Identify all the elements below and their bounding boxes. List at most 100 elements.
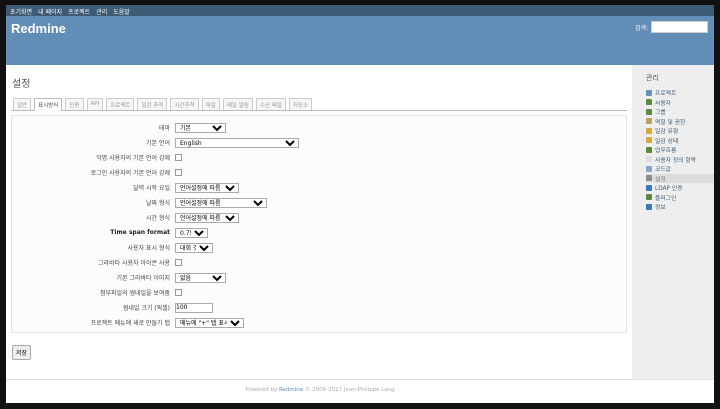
tab-general[interactable]: 일반 xyxy=(13,98,32,110)
admin-menu-item-issue-status[interactable]: 일감 상태 xyxy=(646,136,714,146)
row-force-anon-language: 익명 사용자의 기본 언어 강제 xyxy=(12,150,626,165)
ldap-icon xyxy=(646,184,652,191)
force-anon-language-label: 익명 사용자의 기본 언어 강제 xyxy=(96,155,170,162)
force-anon-language-checkbox[interactable] xyxy=(175,154,182,161)
admin-menu-item-group[interactable]: 그룹 xyxy=(646,107,714,117)
trackers-icon xyxy=(646,127,652,134)
top-menu-help[interactable]: 도움말 xyxy=(113,7,130,16)
settings-tabs: 일반 표시방식 인증 API 프로젝트 일감 추적 시간추적 파일 메일 알림 … xyxy=(11,98,627,111)
admin-menu-label: 사용자 정의 항목 xyxy=(655,157,697,164)
gravatar-label: 그라바타 사용자 아이콘 사용 xyxy=(98,260,170,267)
footer: Powered by Redmine © 2006-2017 Jean-Phil… xyxy=(6,379,714,403)
tab-email-notifications[interactable]: 메일 알림 xyxy=(222,98,253,110)
thumbnails-checkbox[interactable] xyxy=(175,289,182,296)
timespan-format-select[interactable]: 0.75 xyxy=(175,227,208,238)
admin-menu-item-settings[interactable]: 설정 xyxy=(646,173,714,183)
search-input[interactable] xyxy=(651,21,708,33)
admin-menu-item-ldap[interactable]: LDAP 인증 xyxy=(646,183,714,193)
admin-menu-label: 역할 및 권한 xyxy=(655,119,686,126)
admin-menu-item-projects[interactable]: 프로젝트 xyxy=(646,88,714,98)
row-user-format: 사용자 표시 형식 대회 갓 xyxy=(12,240,626,255)
info-icon xyxy=(646,203,652,210)
issue-status-icon xyxy=(646,137,652,144)
admin-menu-item-trackers[interactable]: 일감 유형 xyxy=(646,126,714,136)
page-title: 설정 xyxy=(12,79,31,90)
admin-menu: 프로젝트 사용자그룹역할 및 권한일감 유형일감 상태업무흐름사용자 정의 항목 코… xyxy=(646,88,714,212)
thumbnail-size-input[interactable] xyxy=(175,302,213,313)
gravatar-default-select[interactable]: 없음 xyxy=(175,272,226,283)
theme-label: 테마 xyxy=(158,125,170,132)
enumerations-icon xyxy=(646,165,652,172)
row-new-item-menu: 프로젝트 메뉴에 새로 만들기 탭 메뉴에 "+" 탭 표시 xyxy=(12,315,626,330)
tab-time-tracking[interactable]: 시간추적 xyxy=(170,98,199,110)
admin-menu-label: 플러그인 xyxy=(655,195,677,202)
time-format-select[interactable]: 언어설정에 따름 xyxy=(175,212,239,223)
top-menu-administration[interactable]: 관리 xyxy=(96,7,107,16)
tab-authentication[interactable]: 인증 xyxy=(65,98,84,110)
date-format-label: 날짜 형식 xyxy=(146,200,170,207)
timespan-format-label: Time span format xyxy=(110,229,170,236)
admin-menu-item-plugins[interactable]: 플러그인 xyxy=(646,193,714,203)
admin-menu-label: 일감 상태 xyxy=(655,138,679,145)
tab-incoming-emails[interactable]: 수신 메일 xyxy=(255,98,286,110)
date-format-select[interactable]: 언어설정에 따름 xyxy=(175,197,267,208)
admin-menu-item-users[interactable]: 사용자 xyxy=(646,98,714,108)
admin-menu-item-info[interactable]: 정보 xyxy=(646,202,714,212)
user-format-label: 사용자 표시 형식 xyxy=(127,245,170,252)
top-menu-projects[interactable]: 프로젝트 xyxy=(68,7,90,16)
settings-form: 테마 기본 기본 언어 English 익명 사용자의 기본 언어 강제 로그인… xyxy=(11,115,627,333)
thumbnail-size-label: 썸네일 크기 (픽셀) xyxy=(122,305,170,312)
row-language: 기본 언어 English xyxy=(12,135,626,150)
top-menu-home[interactable]: 초기화면 xyxy=(10,7,32,16)
admin-sidebar: 관리 프로젝트 사용자 그룹 역할 및 권한 일감 유형 일감 상태 업무흐름 사용자 정의 … xyxy=(632,65,714,379)
admin-menu-label: 설정 xyxy=(655,176,666,183)
users-icon xyxy=(646,99,652,106)
plugins-icon xyxy=(646,194,652,201)
theme-select[interactable]: 기본 xyxy=(175,122,226,133)
language-select[interactable]: English xyxy=(175,137,299,148)
workflow-icon xyxy=(646,146,652,153)
admin-menu-item-workflow[interactable]: 업무흐름 xyxy=(646,145,714,155)
tab-projects[interactable]: 프로젝트 xyxy=(106,98,135,110)
projects-icon xyxy=(646,89,652,96)
tab-api[interactable]: API xyxy=(86,98,104,110)
row-force-login-language: 로그인 사용자의 기본 언어 강제 xyxy=(12,165,626,180)
row-thumbnail-size: 썸네일 크기 (픽셀) xyxy=(12,300,626,315)
admin-menu-item-custom-fields[interactable]: 사용자 정의 항목 xyxy=(646,155,714,165)
new-item-menu-select[interactable]: 메뉴에 "+" 탭 표시 xyxy=(175,317,244,328)
header: Redmine 검색: xyxy=(6,16,714,65)
gravatar-checkbox[interactable] xyxy=(175,259,182,266)
search-label: 검색: xyxy=(634,24,648,32)
force-login-language-label: 로그인 사용자의 기본 언어 강제 xyxy=(90,170,170,177)
user-format-select[interactable]: 대회 갓 xyxy=(175,242,213,253)
admin-menu-label: 프로젝트 xyxy=(655,91,677,98)
tab-display[interactable]: 표시방식 xyxy=(34,98,63,111)
custom-fields-icon xyxy=(646,156,652,163)
new-item-menu-label: 프로젝트 메뉴에 새로 만들기 탭 xyxy=(90,320,170,327)
redmine-link[interactable]: Redmine xyxy=(279,387,303,393)
admin-menu-label: 업무흐름 xyxy=(655,148,677,155)
row-start-day: 달력 시작 요일 언어설정에 따름 xyxy=(12,180,626,195)
app-title[interactable]: Redmine xyxy=(11,21,66,36)
top-menu-my-page[interactable]: 내 페이지 xyxy=(38,7,62,16)
group-icon xyxy=(646,108,652,115)
tab-files[interactable]: 파일 xyxy=(201,98,220,110)
save-button[interactable]: 저장 xyxy=(12,345,32,360)
row-gravatar-default: 기본 그라바타 이미지 없음 xyxy=(12,270,626,285)
tab-repositories[interactable]: 저장소 xyxy=(288,98,313,110)
force-login-language-checkbox[interactable] xyxy=(175,169,182,176)
row-timespan-format: Time span format 0.75 xyxy=(12,225,626,240)
tab-issue-tracking[interactable]: 일감 추적 xyxy=(137,98,168,110)
content: 설정 일반 표시방식 인증 API 프로젝트 일감 추적 시간추적 파일 메일 … xyxy=(6,65,632,379)
gravatar-default-label: 기본 그라바타 이미지 xyxy=(116,275,171,282)
admin-menu-label: 일감 유형 xyxy=(655,129,679,136)
admin-menu-label: 그룹 xyxy=(655,110,666,117)
start-day-label: 달력 시작 요일 xyxy=(133,185,170,192)
admin-menu-item-roles[interactable]: 역할 및 권한 xyxy=(646,117,714,127)
row-date-format: 날짜 형식 언어설정에 따름 xyxy=(12,195,626,210)
row-time-format: 시간 형식 언어설정에 따름 xyxy=(12,210,626,225)
admin-menu-item-enumerations[interactable]: 코드값 xyxy=(646,164,714,174)
start-day-select[interactable]: 언어설정에 따름 xyxy=(175,182,239,193)
admin-menu-label: 정보 xyxy=(655,205,666,212)
admin-menu-label: LDAP 인증 xyxy=(655,186,683,193)
